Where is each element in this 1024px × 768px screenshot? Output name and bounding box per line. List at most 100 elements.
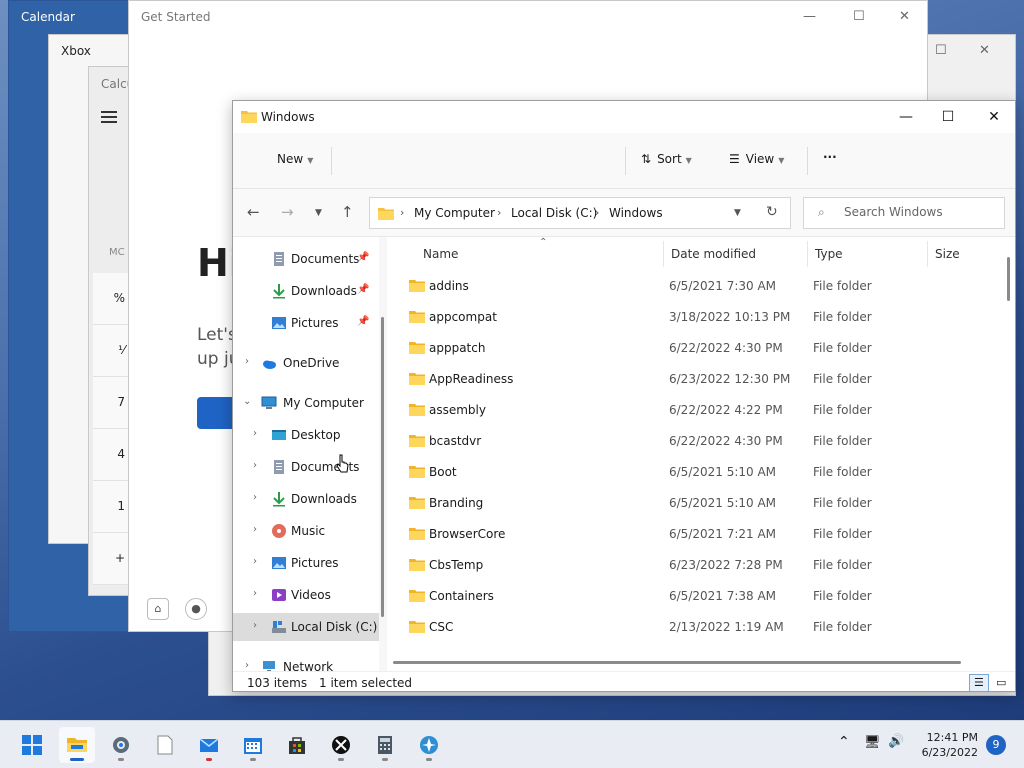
file-row[interactable]: CSC 2/13/2022 1:19 AM File folder <box>405 612 1001 643</box>
file-row[interactable]: CbsTemp 6/23/2022 7:28 PM File folder <box>405 550 1001 581</box>
home-icon[interactable]: ⌂ <box>147 598 169 620</box>
chevron-down-icon[interactable]: ⌄ <box>243 396 251 407</box>
column-header-name[interactable]: Name <box>423 247 458 261</box>
back-arrow-icon[interactable]: ← <box>247 203 260 221</box>
minimize-icon[interactable]: — <box>803 9 816 24</box>
explorer-title-bar[interactable]: Windows — ☐ ✕ <box>233 101 1015 133</box>
file-row[interactable]: bcastdvr 6/22/2022 4:30 PM File folder <box>405 426 1001 457</box>
chevron-right-icon[interactable]: › <box>245 660 249 671</box>
sidebar-item-desktop[interactable]: › Desktop <box>233 421 379 449</box>
file-row[interactable]: appcompat 3/18/2022 10:13 PM File folder <box>405 302 1001 333</box>
sidebar-scrollbar[interactable] <box>379 237 387 671</box>
breadcrumb-item[interactable]: My Computer <box>414 206 495 220</box>
taskbar-store[interactable] <box>279 727 315 763</box>
calculator-key[interactable]: ¹⁄ <box>93 325 129 377</box>
column-divider[interactable] <box>663 241 664 267</box>
chevron-right-icon[interactable]: › <box>253 524 257 535</box>
get-started-button[interactable] <box>197 397 237 429</box>
new-button[interactable]: New ▼ <box>277 152 313 166</box>
breadcrumb-item[interactable]: Windows <box>609 206 663 220</box>
minimize-button[interactable]: — <box>883 105 929 129</box>
address-bar[interactable]: › My Computer › Local Disk (C:) › Window… <box>369 197 791 229</box>
sidebar-item-downloads-quick[interactable]: Downloads 📌 <box>233 277 379 305</box>
file-list-vertical-scrollbar[interactable] <box>1003 237 1015 657</box>
file-row[interactable]: assembly 6/22/2022 4:22 PM File folder <box>405 395 1001 426</box>
chevron-right-icon[interactable]: › <box>253 460 257 471</box>
hamburger-menu-icon[interactable] <box>101 111 117 126</box>
file-list-horizontal-scrollbar[interactable] <box>393 659 969 667</box>
file-explorer-window[interactable]: Windows — ☐ ✕ New ▼ ⇅ Sort ▼ ☰ View ▼ ··· ← →… <box>232 100 1016 692</box>
file-row[interactable]: apppatch 6/22/2022 4:30 PM File folder <box>405 333 1001 364</box>
show-hidden-icons-chevron-icon[interactable]: ⌃ <box>838 734 850 750</box>
sidebar-item-videos[interactable]: › Videos <box>233 581 379 609</box>
chevron-right-icon[interactable]: › <box>253 620 257 631</box>
close-button[interactable]: ✕ <box>971 105 1015 129</box>
tiles-view-icon[interactable]: ▭ <box>991 674 1011 691</box>
breadcrumb-item[interactable]: Local Disk (C:) <box>511 206 597 220</box>
taskbar-get-started[interactable] <box>411 727 447 763</box>
sidebar-item-pictures-quick[interactable]: Pictures 📌 <box>233 309 379 337</box>
scrollbar-thumb[interactable] <box>1007 257 1010 301</box>
scrollbar-thumb[interactable] <box>381 317 384 617</box>
file-row[interactable]: Containers 6/5/2021 7:38 AM File folder <box>405 581 1001 612</box>
maximize-icon[interactable]: ☐ <box>935 43 947 58</box>
file-row[interactable]: addins 6/5/2021 7:30 AM File folder <box>405 271 1001 302</box>
column-header-date[interactable]: Date modified <box>671 247 756 261</box>
clock[interactable]: 12:41 PM 6/23/2022 <box>914 730 978 760</box>
taskbar-notepad[interactable] <box>147 727 183 763</box>
sidebar-item-downloads[interactable]: › Downloads <box>233 485 379 513</box>
chevron-right-icon[interactable]: › <box>245 356 249 367</box>
refresh-icon[interactable]: ↻ <box>766 204 778 220</box>
close-icon[interactable]: ✕ <box>979 43 990 58</box>
column-divider[interactable] <box>807 241 808 267</box>
taskbar-calculator[interactable] <box>367 727 403 763</box>
forward-arrow-icon[interactable]: → <box>281 203 294 221</box>
file-row[interactable]: Branding 6/5/2021 5:10 AM File folder <box>405 488 1001 519</box>
column-header-size[interactable]: Size <box>935 247 960 261</box>
recent-locations-icon[interactable]: ▼ <box>315 208 322 218</box>
sidebar-item-network[interactable]: › Network <box>233 653 379 671</box>
sidebar-item-pictures[interactable]: › Pictures <box>233 549 379 577</box>
sidebar-item-onedrive[interactable]: › OneDrive <box>233 349 379 377</box>
search-box[interactable]: ⌕ <box>803 197 1005 229</box>
chevron-right-icon[interactable]: › <box>253 556 257 567</box>
view-button[interactable]: ☰ View ▼ <box>729 152 784 166</box>
file-row[interactable]: Boot 6/5/2021 5:10 AM File folder <box>405 457 1001 488</box>
taskbar-mail[interactable] <box>191 727 227 763</box>
close-icon[interactable]: ✕ <box>899 9 910 24</box>
taskbar-xbox[interactable] <box>323 727 359 763</box>
volume-icon[interactable]: 🔊 <box>888 734 904 749</box>
calculator-key[interactable]: + <box>93 533 129 585</box>
more-options-button[interactable]: ··· <box>823 150 837 164</box>
taskbar-calendar[interactable] <box>235 727 271 763</box>
up-arrow-icon[interactable]: ↑ <box>341 203 354 221</box>
column-header-type[interactable]: Type <box>815 247 843 261</box>
maximize-button[interactable]: ☐ <box>925 105 971 129</box>
start-button[interactable] <box>14 727 50 763</box>
taskbar-file-explorer[interactable] <box>59 727 95 763</box>
details-view-icon[interactable]: ☰ <box>969 674 989 691</box>
file-row[interactable]: AppReadiness 6/23/2022 12:30 PM File folde… <box>405 364 1001 395</box>
calculator-key[interactable]: % <box>93 273 129 325</box>
calculator-key[interactable]: 1 <box>93 481 129 533</box>
column-divider[interactable] <box>927 241 928 267</box>
scrollbar-thumb[interactable] <box>393 661 961 664</box>
sidebar-item-documents[interactable]: › Documents <box>233 453 379 481</box>
network-status-icon[interactable]: 🖥 <box>864 735 881 750</box>
address-dropdown-icon[interactable]: ▼ <box>734 208 741 218</box>
notification-badge[interactable]: 9 <box>986 735 1006 755</box>
chevron-right-icon[interactable]: › <box>253 588 257 599</box>
sidebar-item-documents-quick[interactable]: Documents 📌 <box>233 245 379 273</box>
account-icon[interactable]: ● <box>185 598 207 620</box>
maximize-icon[interactable]: ☐ <box>853 9 865 24</box>
search-input[interactable] <box>844 205 994 219</box>
sidebar-item-local-disk[interactable]: › Local Disk (C:) <box>233 613 379 641</box>
file-row[interactable]: BrowserCore 6/5/2021 7:21 AM File folder <box>405 519 1001 550</box>
sidebar-item-music[interactable]: › Music <box>233 517 379 545</box>
calculator-key[interactable]: 7 <box>93 377 129 429</box>
chevron-right-icon[interactable]: › <box>253 492 257 503</box>
taskbar-settings[interactable] <box>103 727 139 763</box>
calculator-key[interactable]: 4 <box>93 429 129 481</box>
sidebar-item-my-computer[interactable]: ⌄ My Computer <box>233 389 379 417</box>
sort-button[interactable]: ⇅ Sort ▼ <box>641 152 692 166</box>
